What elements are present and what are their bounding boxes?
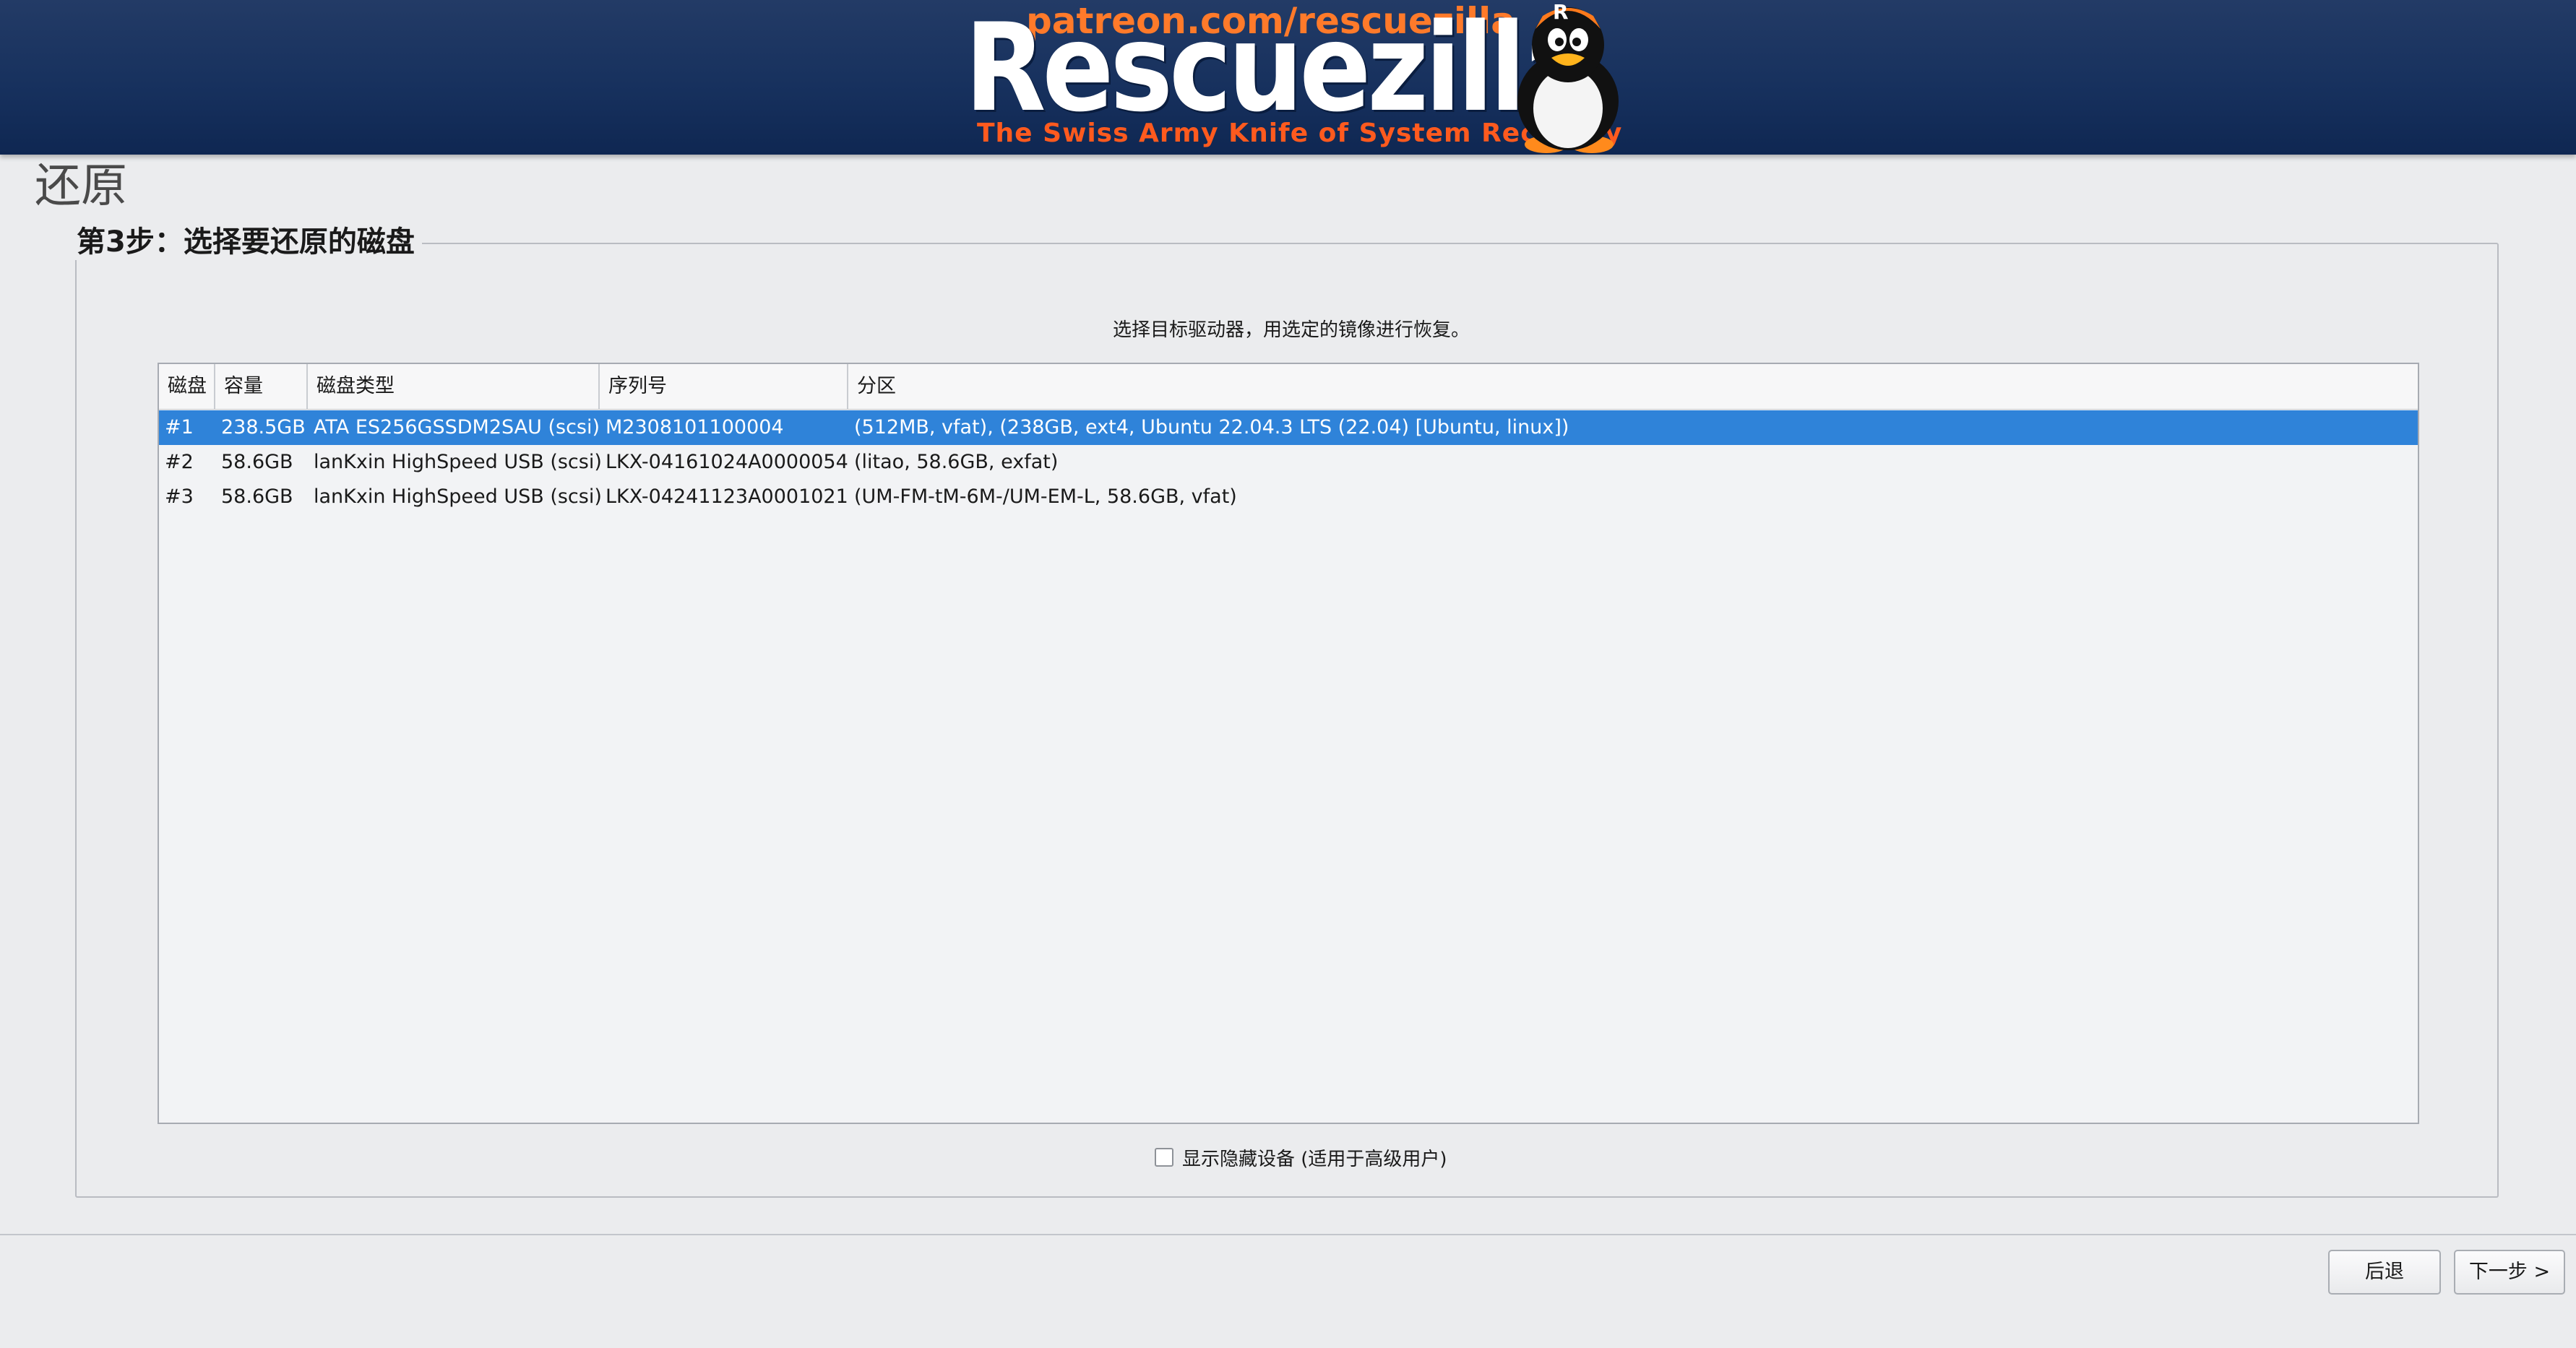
cell-disk: #3 xyxy=(165,485,194,508)
table-header: 磁盘 容量 磁盘类型 序列号 分区 xyxy=(159,364,2418,410)
cell-partitions: (litao, 58.6GB, exfat) xyxy=(854,451,1059,473)
show-hidden-devices-label[interactable]: 显示隐藏设备 (适用于高级用户) xyxy=(1182,1144,1447,1171)
cell-disk: #2 xyxy=(165,451,194,473)
show-hidden-devices-checkbox[interactable] xyxy=(1155,1148,1173,1167)
column-header-disk[interactable]: 磁盘 xyxy=(159,364,215,409)
column-header-disk-type[interactable]: 磁盘类型 xyxy=(308,364,600,409)
step-title: 第3步：选择要还原的磁盘 xyxy=(75,218,422,260)
cell-partitions: (512MB, vfat), (238GB, ext4, Ubuntu 22.0… xyxy=(854,416,1569,438)
cell-serial: LKX-04161024A0000054 xyxy=(606,451,848,473)
cell-disk-type: ATA ES256GSSDM2SAU (scsi) xyxy=(314,416,600,438)
footer-divider xyxy=(0,1234,2576,1235)
mascot-badge: R xyxy=(1553,0,1569,24)
column-header-partitions[interactable]: 分区 xyxy=(848,364,2418,409)
instruction-text: 选择目标驱动器，用选定的镜像进行恢复。 xyxy=(1113,319,1470,341)
cell-disk: #1 xyxy=(165,416,194,438)
disk-table[interactable]: 磁盘 容量 磁盘类型 序列号 分区 #1 238.5GB ATA ES256GS… xyxy=(158,363,2419,1124)
cell-capacity: 238.5GB xyxy=(221,416,306,438)
cell-partitions: (UM-FM-tM-6M-/UM-EM-L, 58.6GB, vfat) xyxy=(854,485,1237,508)
app-logo-text: Rescuezilla xyxy=(965,0,1593,139)
column-header-capacity[interactable]: 容量 xyxy=(215,364,308,409)
cell-disk-type: lanKxin HighSpeed USB (scsi) xyxy=(314,451,602,473)
table-row[interactable]: #1 238.5GB ATA ES256GSSDM2SAU (scsi) M23… xyxy=(159,410,2418,445)
back-button[interactable]: 后退 xyxy=(2328,1250,2441,1295)
cell-serial: M2308101100004 xyxy=(606,416,784,438)
cell-disk-type: lanKxin HighSpeed USB (scsi) xyxy=(314,485,602,508)
cell-capacity: 58.6GB xyxy=(221,485,293,508)
app-banner: patreon.com/rescuezilla Rescuezilla The … xyxy=(0,0,2576,155)
table-row[interactable]: #2 58.6GB lanKxin HighSpeed USB (scsi) L… xyxy=(159,445,2418,480)
column-header-serial[interactable]: 序列号 xyxy=(600,364,848,409)
show-hidden-devices-option[interactable]: 显示隐藏设备 (适用于高级用户) xyxy=(1155,1145,1447,1170)
page-title: 还原 xyxy=(35,160,127,213)
table-row[interactable]: #3 58.6GB lanKxin HighSpeed USB (scsi) L… xyxy=(159,480,2418,514)
cell-serial: LKX-04241123A0001021 xyxy=(606,485,848,508)
next-button[interactable]: 下一步 > xyxy=(2454,1250,2565,1295)
cell-capacity: 58.6GB xyxy=(221,451,293,473)
